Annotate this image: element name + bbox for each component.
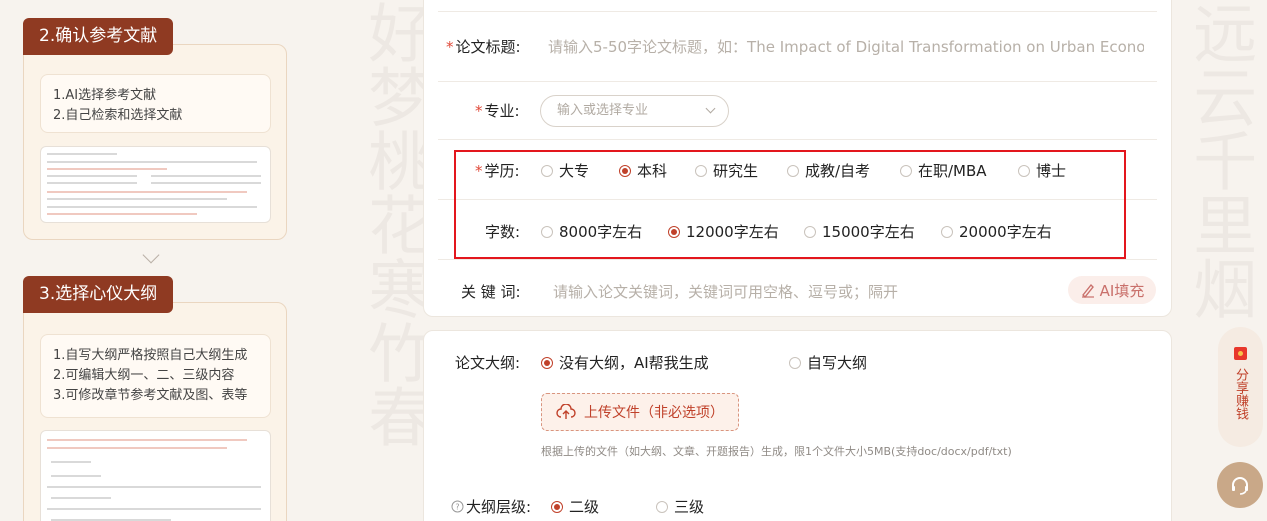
step-title: 2.确认参考文献 — [23, 18, 174, 55]
major-select[interactable]: 输入或选择专业 — [540, 95, 729, 127]
share-earn-label: 分享赚钱 — [1233, 368, 1248, 420]
steps-panel: 1.AI选择参考文献 2.自己检索和选择文献 2.确认参考文献 1.自写大纲严格… — [0, 0, 310, 521]
outline-option[interactable]: 没有大纲，AI帮我生成 — [541, 352, 709, 373]
degree-option[interactable]: 博士 — [1018, 160, 1066, 181]
level-option[interactable]: 三级 — [656, 496, 704, 517]
words-label: 字数: — [485, 223, 521, 241]
step-desc-line: 3.可修改章节参考文献及图、表等 — [53, 388, 248, 403]
title-label: * 论文标题: — [446, 38, 521, 56]
question-icon: ? — [451, 500, 464, 513]
step-description: 1.AI选择参考文献 2.自己检索和选择文献 — [40, 74, 271, 133]
step-description: 1.自写大纲严格按照自己大纲生成 2.可编辑大纲一、二、三级内容 3.可修改章节… — [40, 334, 271, 418]
outline-label: 论文大纲: — [455, 354, 521, 372]
chevron-down-icon — [705, 103, 716, 114]
background-calligraphy: 远云千里烟 — [1182, 0, 1257, 320]
upload-hint: 根据上传的文件（如大纲、文章、开题报告）生成，限1个文件大小5MB(支持doc/… — [541, 445, 1012, 458]
step-desc-line: 2.自己检索和选择文献 — [53, 108, 183, 123]
background-calligraphy: 好梦桃花寒竹春 — [357, 0, 432, 448]
outline-option[interactable]: 自写大纲 — [789, 352, 867, 373]
keywords-label: 关 键 词: — [461, 283, 521, 301]
degree-label: * 学历: — [475, 162, 520, 180]
ai-pen-icon — [1081, 283, 1094, 298]
ai-fill-button[interactable]: AI填充 — [1068, 276, 1156, 304]
step-preview-image — [40, 146, 271, 223]
degree-option[interactable]: 大专 — [541, 160, 589, 181]
degree-option[interactable]: 成教/自考 — [787, 160, 870, 181]
level-option[interactable]: 二级 — [551, 496, 599, 517]
share-earn-button[interactable]: 分享赚钱 — [1218, 327, 1263, 447]
degree-option[interactable]: 本科 — [619, 160, 667, 181]
customer-service-button[interactable] — [1217, 462, 1263, 508]
major-label: * 专业: — [475, 102, 520, 120]
headset-icon — [1232, 477, 1248, 495]
chevron-down-icon — [142, 246, 160, 264]
title-input[interactable]: 请输入5-50字论文标题，如：The Impact of Digital Tra… — [548, 36, 1144, 57]
step-title: 3.选择心仪大纲 — [23, 276, 174, 313]
degree-option[interactable]: 在职/MBA — [900, 160, 987, 181]
step-desc-line: 2.可编辑大纲一、二、三级内容 — [53, 368, 235, 383]
ai-fill-label: AI填充 — [1099, 281, 1145, 300]
gift-icon — [1234, 347, 1247, 360]
step-desc-line: 1.AI选择参考文献 — [53, 88, 157, 103]
keywords-input[interactable]: 请输入论文关键词，关键词可用空格、逗号或；隔开 — [553, 281, 898, 302]
upload-label: 上传文件（非必选项） — [584, 405, 724, 421]
step-card-references: 1.AI选择参考文献 2.自己检索和选择文献 — [23, 44, 287, 240]
degree-option[interactable]: 研究生 — [695, 160, 758, 181]
upload-cloud-icon — [556, 404, 576, 419]
step-desc-line: 1.自写大纲严格按照自己大纲生成 — [53, 348, 248, 363]
words-option[interactable]: 8000字左右 — [541, 221, 642, 242]
upload-button[interactable]: 上传文件（非必选项） — [541, 393, 739, 431]
major-select-placeholder: 输入或选择专业 — [557, 103, 649, 118]
words-option[interactable]: 12000字左右 — [668, 221, 779, 242]
words-option[interactable]: 15000字左右 — [804, 221, 915, 242]
words-option[interactable]: 20000字左右 — [941, 221, 1052, 242]
step-card-outline: 1.自写大纲严格按照自己大纲生成 2.可编辑大纲一、二、三级内容 3.可修改章节… — [23, 302, 287, 521]
level-label: ? 大纲层级: — [451, 496, 531, 517]
svg-text:?: ? — [455, 503, 459, 512]
step-preview-image — [40, 430, 271, 521]
